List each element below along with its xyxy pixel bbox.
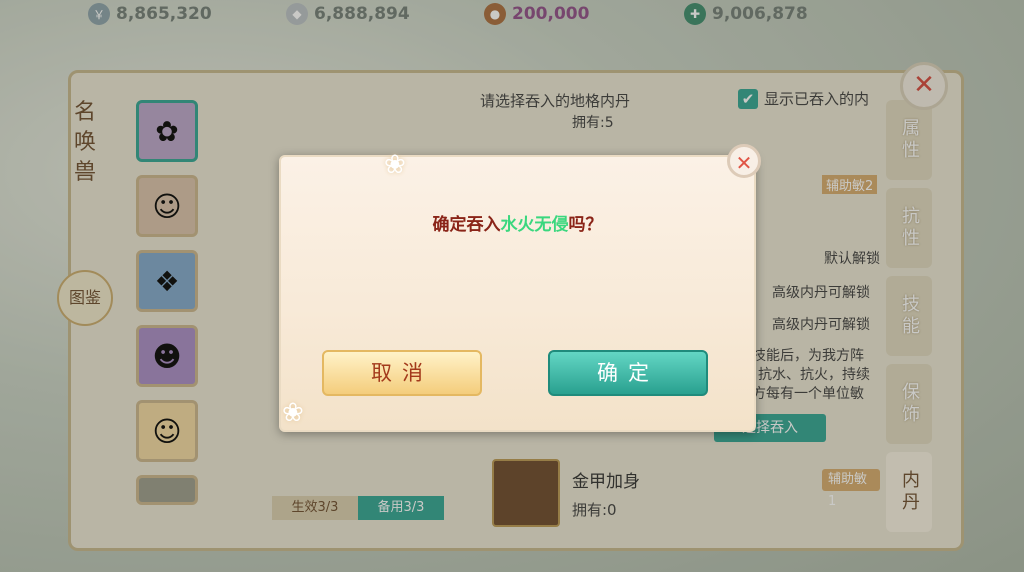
core-name: 水火无侵 — [500, 215, 569, 235]
cancel-button[interactable]: 取消 — [322, 350, 482, 396]
confirm-message: 确定吞入水火无侵吗？ — [281, 210, 754, 235]
lotus-flower-icon: ❀ — [282, 398, 304, 428]
message-suffix: 吗？ — [568, 215, 603, 235]
close-icon[interactable]: ✕ — [727, 144, 761, 178]
message-prefix: 确定吞入 — [432, 215, 501, 235]
confirm-button[interactable]: 确定 — [548, 350, 708, 396]
lotus-flower-icon: ❀ — [384, 150, 406, 180]
